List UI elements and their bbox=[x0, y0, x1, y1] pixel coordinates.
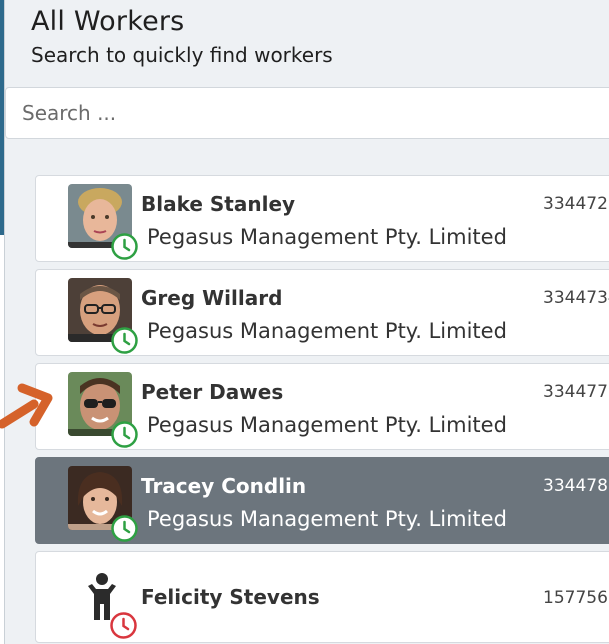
clock-icon bbox=[111, 421, 138, 448]
pointer-arrow-icon bbox=[0, 383, 53, 429]
worker-company: Pegasus Management Pty. Limited bbox=[147, 225, 507, 249]
page-title: All Workers bbox=[31, 6, 185, 37]
search-input[interactable] bbox=[5, 87, 609, 139]
worker-name: Felicity Stevens bbox=[141, 585, 320, 609]
worker-card-tracey-condlin[interactable]: Tracey Condlin Pegasus Management Pty. L… bbox=[35, 457, 609, 544]
worker-id: 3344729 bbox=[543, 194, 609, 214]
clock-icon bbox=[111, 233, 138, 260]
clock-icon bbox=[111, 327, 138, 354]
worker-name: Tracey Condlin bbox=[141, 474, 307, 498]
page-subtitle: Search to quickly find workers bbox=[31, 43, 333, 67]
worker-list: Blake Stanley Pegasus Management Pty. Li… bbox=[35, 175, 609, 644]
worker-card-felicity-stevens[interactable]: Felicity Stevens 1577562 bbox=[35, 551, 609, 643]
worker-id: 3344734 bbox=[543, 288, 609, 308]
panel-header: All Workers Search to quickly find worke… bbox=[5, 0, 609, 87]
worker-card-blake-stanley[interactable]: Blake Stanley Pegasus Management Pty. Li… bbox=[35, 175, 609, 262]
worker-id: 1577562 bbox=[543, 588, 609, 608]
clock-icon bbox=[111, 515, 138, 542]
worker-name: Greg Willard bbox=[141, 286, 283, 310]
worker-name: Peter Dawes bbox=[141, 380, 284, 404]
worker-id: 3344779 bbox=[543, 382, 609, 402]
worker-id: 3344783 bbox=[543, 476, 609, 496]
worker-name: Blake Stanley bbox=[141, 192, 296, 216]
worker-company: Pegasus Management Pty. Limited bbox=[147, 507, 507, 531]
clock-icon bbox=[110, 612, 137, 639]
worker-company: Pegasus Management Pty. Limited bbox=[147, 319, 507, 343]
worker-card-peter-dawes[interactable]: Peter Dawes Pegasus Management Pty. Limi… bbox=[35, 363, 609, 450]
workers-panel: All Workers Search to quickly find worke… bbox=[4, 0, 609, 644]
worker-company: Pegasus Management Pty. Limited bbox=[147, 413, 507, 437]
worker-card-greg-willard[interactable]: Greg Willard Pegasus Management Pty. Lim… bbox=[35, 269, 609, 356]
